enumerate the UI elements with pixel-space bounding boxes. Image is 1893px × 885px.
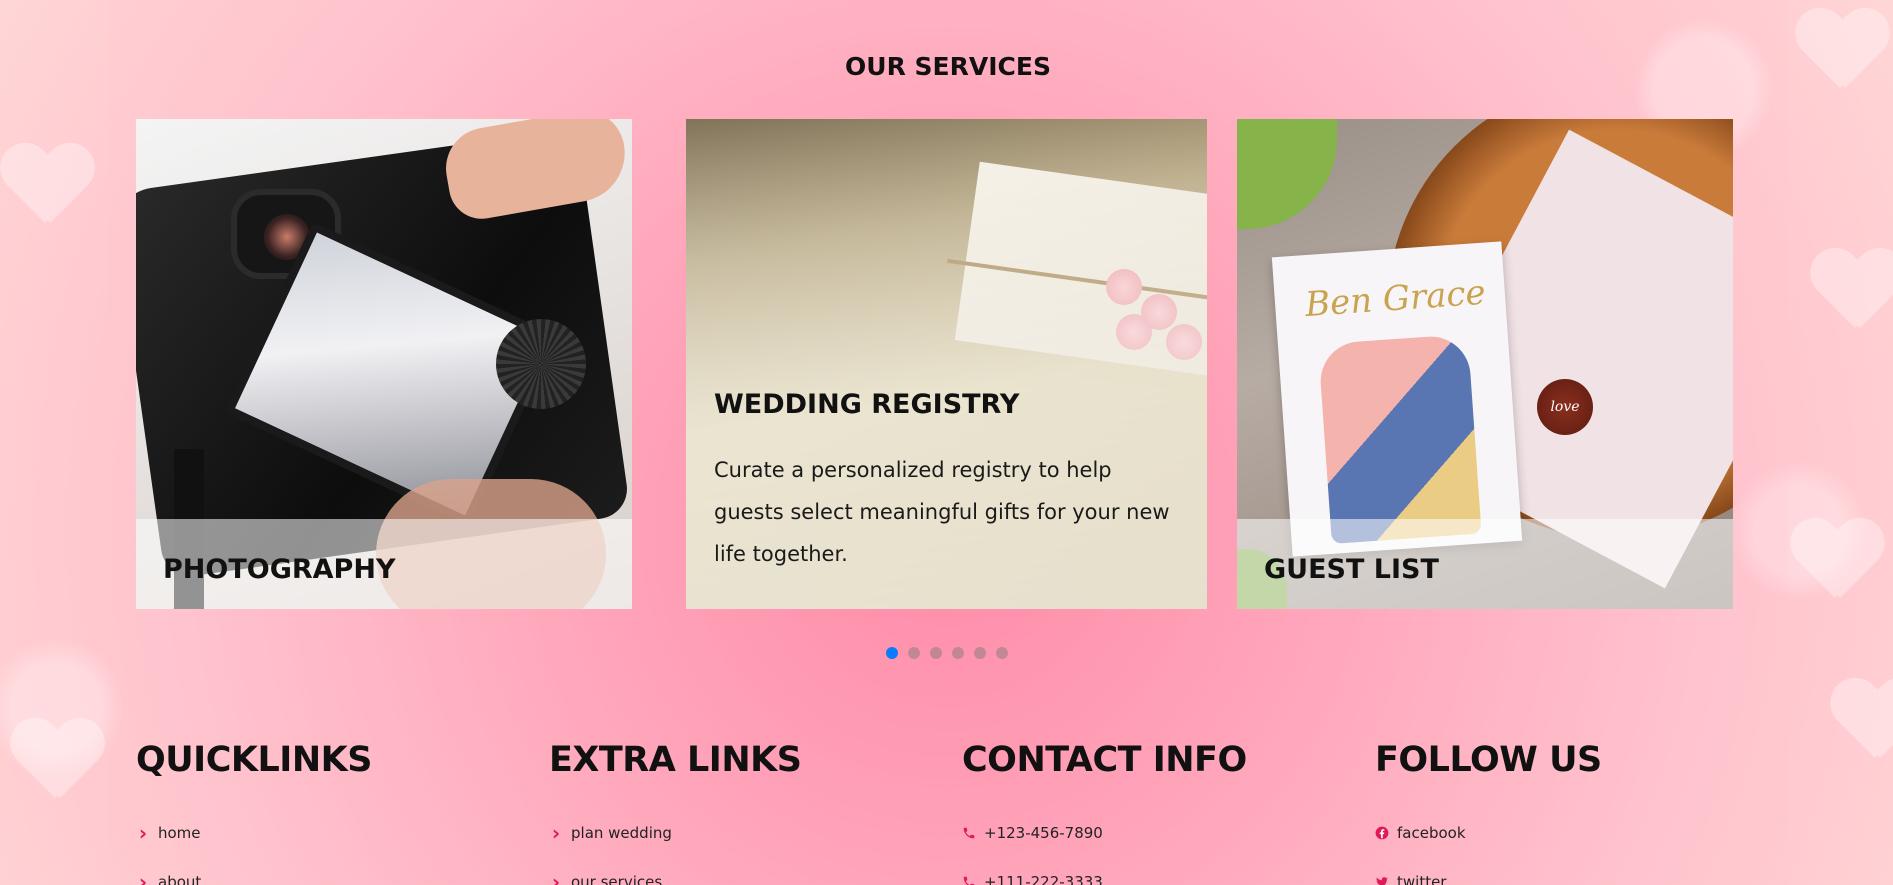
service-card-wedding-registry[interactable]: WEDDING REGISTRY Curate a personalized r… xyxy=(686,119,1207,609)
footer-social-twitter[interactable]: twitter xyxy=(1375,857,1602,885)
service-card-photography[interactable]: PHOTOGRAPHY xyxy=(136,119,632,609)
service-card-title: WEDDING REGISTRY xyxy=(714,389,1020,420)
footer-contact-info: CONTACT INFO +123-456-7890 +111-222-3333 xyxy=(962,740,1247,885)
footer-link-label: about xyxy=(158,872,202,885)
service-card-title: GUEST LIST xyxy=(1264,554,1439,585)
chevron-right-icon xyxy=(549,872,563,885)
services-title: OUR SERVICES xyxy=(845,52,1051,81)
footer-follow-us: FOLLOW US facebook twitter xyxy=(1375,740,1602,885)
footer-link-label: our services xyxy=(571,872,663,885)
footer-social-facebook[interactable]: facebook xyxy=(1375,808,1602,857)
footer-link-our-services[interactable]: our services xyxy=(549,857,801,885)
phone-number: +111-222-3333 xyxy=(984,872,1103,885)
carousel-dot[interactable] xyxy=(908,647,920,659)
footer-extra-links: EXTRA LINKS plan wedding our services xyxy=(549,740,802,885)
heart-decoration xyxy=(0,145,90,225)
service-card-guest-list[interactable]: Ben Grace love GUEST LIST xyxy=(1237,119,1733,609)
footer-link-label: plan wedding xyxy=(571,823,672,842)
phone-number: +123-456-7890 xyxy=(984,823,1103,842)
phone-icon xyxy=(962,875,976,885)
carousel-dot[interactable] xyxy=(952,647,964,659)
footer-heading: QUICKLINKS xyxy=(136,740,372,780)
heart-decoration xyxy=(10,720,100,800)
invitation-script: Ben Grace xyxy=(1303,272,1487,326)
twitter-icon xyxy=(1375,875,1389,885)
footer-link-plan-wedding[interactable]: plan wedding xyxy=(549,808,801,857)
chevron-right-icon xyxy=(549,823,563,843)
wax-seal: love xyxy=(1537,379,1593,435)
chevron-right-icon xyxy=(136,823,150,843)
footer-link-about[interactable]: about xyxy=(136,857,372,885)
carousel-dot[interactable] xyxy=(886,647,898,659)
footer-link-home[interactable]: home xyxy=(136,808,372,857)
chevron-right-icon xyxy=(136,872,150,885)
carousel-dot[interactable] xyxy=(930,647,942,659)
carousel-dot[interactable] xyxy=(974,647,986,659)
facebook-icon xyxy=(1375,826,1389,840)
page-container: OUR SERVICES PHOTOGRAPHY WEDDING REGISTR… xyxy=(108,0,1788,885)
footer-phone-2[interactable]: +111-222-3333 xyxy=(962,857,1247,885)
footer-heading: EXTRA LINKS xyxy=(549,740,802,780)
carousel-pagination xyxy=(886,647,1008,659)
social-label: facebook xyxy=(1397,823,1466,842)
footer-link-label: home xyxy=(158,823,201,842)
service-card-description: Curate a personalized registry to help g… xyxy=(714,458,1170,566)
footer-heading: FOLLOW US xyxy=(1375,740,1602,780)
heart-decoration xyxy=(1795,10,1885,90)
carousel-dot[interactable] xyxy=(996,647,1008,659)
social-label: twitter xyxy=(1397,872,1447,885)
service-card-title: PHOTOGRAPHY xyxy=(163,554,396,585)
footer-phone-1[interactable]: +123-456-7890 xyxy=(962,808,1247,857)
heart-decoration xyxy=(1810,250,1893,330)
heart-decoration xyxy=(1830,680,1893,760)
heart-decoration xyxy=(1790,520,1880,600)
footer-heading: CONTACT INFO xyxy=(962,740,1247,780)
phone-icon xyxy=(962,826,976,840)
footer-quicklinks: QUICKLINKS home about xyxy=(136,740,372,885)
